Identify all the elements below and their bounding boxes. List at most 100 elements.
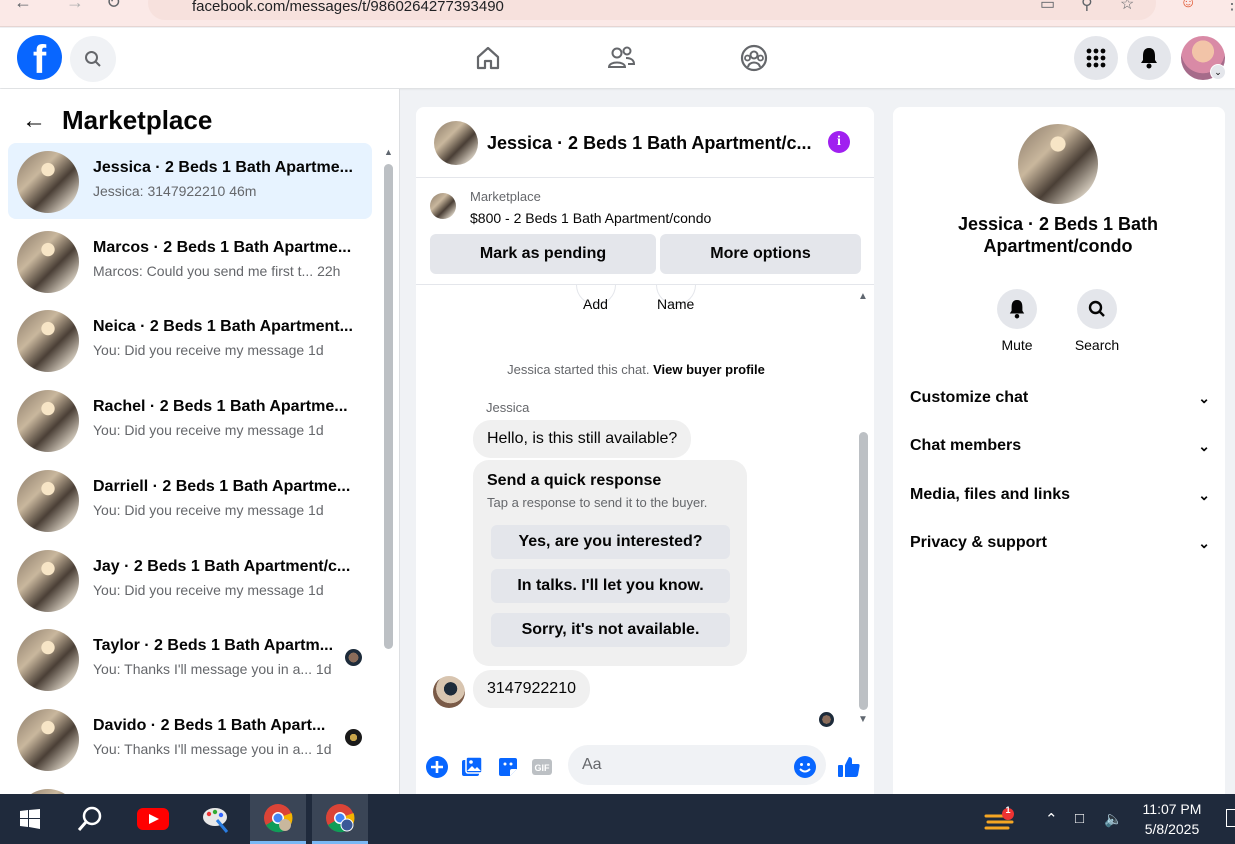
- message-composer: GIF: [416, 743, 874, 794]
- conversation-preview: You: Did you receive my message 1d: [93, 502, 324, 518]
- chrome-icon[interactable]: [250, 794, 306, 844]
- conversation-item[interactable]: Rachel · 2 Beds 1 Bath Apartme... You: D…: [8, 382, 372, 458]
- chrome-icon[interactable]: [312, 794, 368, 844]
- tray-clock[interactable]: 11:07 PM 5/8/2025: [1140, 799, 1204, 839]
- browser-toolbar: ← → ↻ facebook.com/messages/t/9860264277…: [0, 0, 1235, 27]
- chat-started-notice: Jessica started this chat. View buyer pr…: [416, 362, 856, 377]
- view-buyer-profile-link[interactable]: View buyer profile: [653, 362, 765, 377]
- scroll-up-arrow-icon[interactable]: ▲: [858, 291, 868, 302]
- conversation-avatar: [17, 231, 79, 293]
- conversation-avatar: [17, 151, 79, 213]
- thumbs-up-icon[interactable]: [837, 755, 861, 779]
- search-icon[interactable]: [62, 794, 118, 844]
- search-action[interactable]: Search: [1057, 289, 1137, 353]
- chat-members-section[interactable]: Chat members ⌄: [910, 431, 1210, 461]
- conversation-item[interactable]: Neica · 2 Beds 1 Bath Apartment... You: …: [8, 302, 372, 378]
- conversation-item[interactable]: Davido · 2 Beds 1 Bath Apart... You: Tha…: [8, 701, 372, 777]
- conversation-name: Jessica · 2 Beds 1 Bath Apartme...: [93, 159, 353, 176]
- message-input[interactable]: [568, 745, 826, 785]
- media-files-links-section[interactable]: Media, files and links ⌄: [910, 480, 1210, 510]
- gif-icon[interactable]: GIF: [530, 755, 554, 779]
- bell-icon: [1141, 48, 1157, 69]
- conversation-avatar: [17, 310, 79, 372]
- emoji-icon[interactable]: [793, 755, 817, 779]
- browser-profile-icon[interactable]: ☺: [1180, 0, 1196, 12]
- quick-response-button[interactable]: Sorry, it's not available.: [491, 613, 730, 647]
- conversation-name: Marcos · 2 Beds 1 Bath Apartme...: [93, 239, 352, 256]
- name-label: Name: [657, 296, 695, 312]
- search-icon: [1088, 300, 1105, 317]
- search-button[interactable]: [70, 36, 116, 82]
- scroll-up-arrow-icon[interactable]: ▲: [384, 147, 393, 157]
- chat-avatar[interactable]: [434, 121, 478, 165]
- facebook-logo[interactable]: f: [17, 35, 62, 80]
- youtube-icon[interactable]: [125, 794, 181, 844]
- quick-response-button[interactable]: Yes, are you interested?: [491, 525, 730, 559]
- back-icon[interactable]: ←: [14, 0, 32, 13]
- listing-label: Marketplace: [470, 189, 541, 204]
- listing-price[interactable]: $800 - 2 Beds 1 Bath Apartment/condo: [470, 210, 711, 226]
- browser-search-icon[interactable]: ⚲: [1081, 0, 1093, 14]
- mark-as-pending-button[interactable]: Mark as pending: [430, 234, 656, 274]
- conversation-avatar: [17, 390, 79, 452]
- conversation-preview: You: Did you receive my message 1d: [93, 422, 324, 438]
- browser-menu-icon[interactable]: ⋮: [1224, 0, 1235, 14]
- conversation-item[interactable]: Taylor · 2 Beds 1 Bath Apartm... You: Th…: [8, 621, 372, 697]
- conversation-preview: You: Thanks I'll message you in a... 1d: [93, 661, 332, 677]
- bookmark-star-icon[interactable]: ☆: [1120, 0, 1134, 14]
- marketplace-inbox: ← Marketplace Jessica · 2 Beds 1 Bath Ap…: [0, 89, 400, 794]
- reload-icon[interactable]: ↻: [106, 0, 121, 13]
- sticker-icon[interactable]: [496, 755, 520, 779]
- chat-header: Jessica · 2 Beds 1 Bath Apartment/c... i: [416, 107, 874, 178]
- scrollbar-thumb[interactable]: [384, 164, 393, 649]
- friends-icon[interactable]: [605, 42, 637, 74]
- conversation-name: Neica · 2 Beds 1 Bath Apartment...: [93, 318, 353, 335]
- forward-icon[interactable]: →: [66, 0, 84, 13]
- paint-icon[interactable]: [188, 794, 244, 844]
- conversation-item[interactable]: [8, 781, 372, 794]
- windows-start-icon[interactable]: [2, 794, 58, 844]
- chevron-up-icon[interactable]: ⌃: [1045, 810, 1058, 828]
- notification-badge: 1: [1005, 805, 1011, 815]
- seen-avatar: [345, 729, 362, 746]
- notification-center-icon[interactable]: [1226, 809, 1235, 827]
- conversation-name: Taylor · 2 Beds 1 Bath Apartm...: [93, 637, 334, 654]
- plus-icon[interactable]: [425, 755, 449, 779]
- network-icon[interactable]: □: [1075, 810, 1084, 827]
- notifications-button[interactable]: [1127, 36, 1171, 80]
- quick-response-title: Send a quick response: [487, 472, 662, 489]
- chevron-down-icon: ⌄: [1198, 487, 1210, 503]
- scroll-down-arrow-icon[interactable]: ▼: [858, 714, 868, 725]
- chevron-down-icon: ⌄: [1198, 535, 1210, 551]
- listing-thumbnail[interactable]: [430, 193, 456, 219]
- chevron-down-icon[interactable]: ⌄: [1210, 64, 1226, 80]
- home-icon[interactable]: [472, 42, 504, 74]
- chat-title[interactable]: Jessica · 2 Beds 1 Bath Apartment/c...: [487, 133, 811, 154]
- conversation-item[interactable]: Jessica · 2 Beds 1 Bath Apartme... Jessi…: [8, 143, 372, 219]
- privacy-support-section[interactable]: Privacy & support ⌄: [910, 528, 1210, 558]
- info-avatar[interactable]: [1018, 124, 1098, 204]
- conversation-item[interactable]: Darriell · 2 Beds 1 Bath Apartme... You:…: [8, 462, 372, 538]
- conversation-item[interactable]: Marcos · 2 Beds 1 Bath Apartme... Marcos…: [8, 223, 372, 299]
- address-bar[interactable]: facebook.com/messages/t/9860264277393490: [148, 0, 1156, 20]
- info-icon[interactable]: i: [828, 131, 850, 153]
- speaker-icon[interactable]: 🔈: [1104, 810, 1123, 828]
- mute-action[interactable]: Mute: [977, 289, 1057, 353]
- section-label: Media, files and links: [910, 486, 1071, 503]
- message-bubble: 3147922210: [473, 670, 590, 708]
- menu-button[interactable]: [1074, 36, 1118, 80]
- more-options-button[interactable]: More options: [660, 234, 861, 274]
- scrollbar-thumb[interactable]: [859, 432, 868, 710]
- customize-chat-section[interactable]: Customize chat ⌄: [910, 383, 1210, 413]
- weather-icon[interactable]: 1: [984, 805, 1016, 839]
- add-label: Add: [583, 296, 608, 312]
- windows-taskbar: 1 ⌃ □ 🔈 11:07 PM 5/8/2025: [0, 794, 1235, 844]
- groups-icon[interactable]: [738, 42, 770, 74]
- back-arrow-icon[interactable]: ←: [22, 107, 46, 135]
- quick-response-button[interactable]: In talks. I'll let you know.: [491, 569, 730, 603]
- conversation-name: Davido · 2 Beds 1 Bath Apart...: [93, 717, 326, 734]
- facebook-header: f ⌄: [0, 28, 1235, 88]
- photo-icon[interactable]: [460, 755, 484, 779]
- conversation-item[interactable]: Jay · 2 Beds 1 Bath Apartment/c... You: …: [8, 542, 372, 618]
- cast-icon[interactable]: ▭: [1040, 0, 1055, 14]
